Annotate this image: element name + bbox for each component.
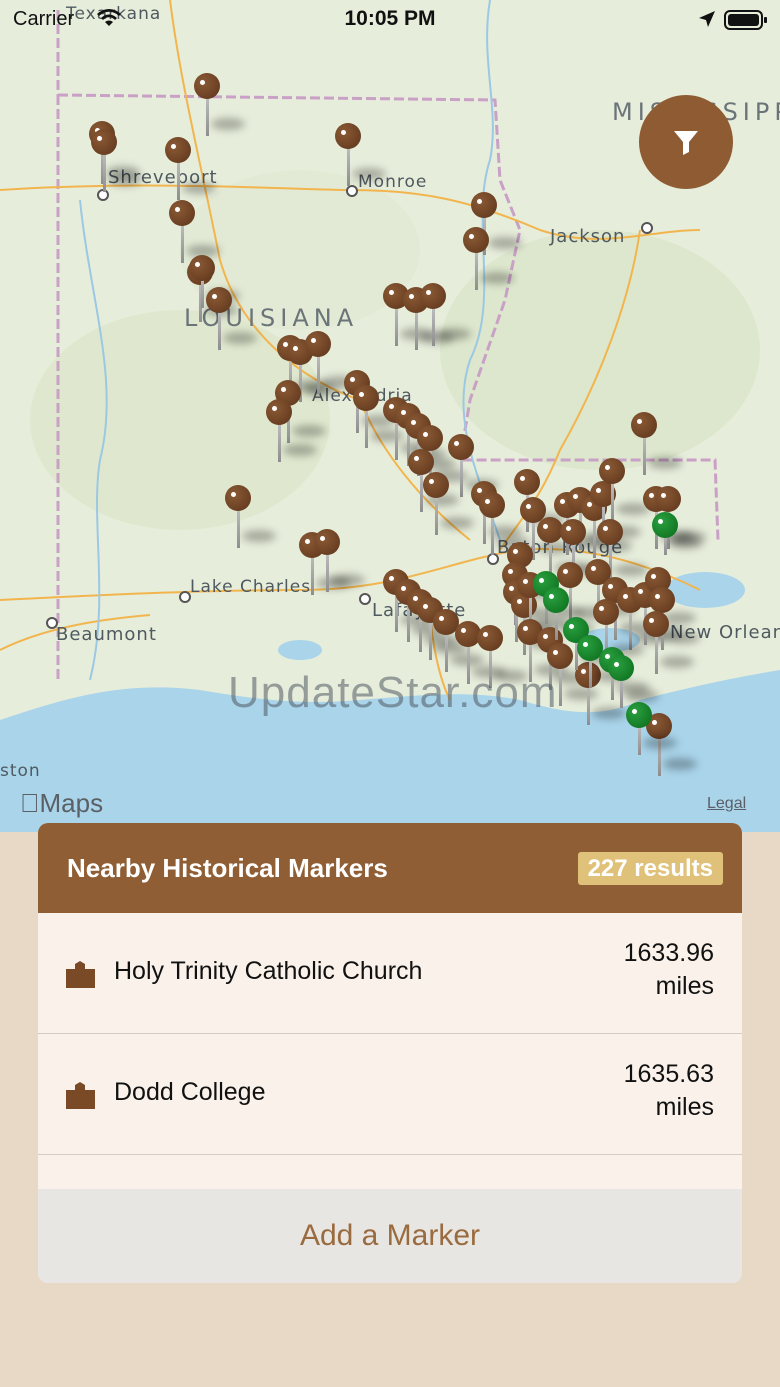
distance-unit: miles bbox=[655, 1093, 714, 1121]
results-count-badge: 227 results bbox=[577, 852, 723, 885]
church-marker-icon bbox=[66, 1082, 95, 1109]
map-label-houston: ston bbox=[0, 761, 41, 781]
historical-marker-pin[interactable] bbox=[305, 331, 331, 357]
status-bar: Carrier 10:05 PM bbox=[0, 0, 780, 40]
historical-marker-pin[interactable] bbox=[471, 192, 497, 218]
pin-shadow bbox=[182, 182, 216, 194]
historical-marker-pin[interactable] bbox=[420, 283, 446, 309]
historical-marker-pin[interactable] bbox=[597, 519, 623, 545]
apple-maps-logo: Maps bbox=[20, 788, 103, 819]
historical-marker-pin[interactable] bbox=[560, 519, 586, 545]
historical-marker-pin[interactable] bbox=[225, 485, 251, 511]
filter-icon bbox=[674, 131, 698, 155]
status-time: 10:05 PM bbox=[344, 7, 436, 30]
location-arrow-icon bbox=[699, 11, 715, 27]
historical-marker-pin[interactable] bbox=[423, 472, 449, 498]
distance-value: 1633.96 bbox=[623, 939, 714, 967]
marker-name: Holy Trinity Catholic Church bbox=[114, 957, 423, 985]
historical-marker-pin[interactable] bbox=[353, 385, 379, 411]
historical-marker-pin[interactable] bbox=[477, 625, 503, 651]
historical-marker-pin[interactable] bbox=[547, 643, 573, 669]
pin-shadow bbox=[480, 272, 514, 284]
city-dot bbox=[359, 593, 371, 605]
map-label-jackson: Jackson bbox=[550, 226, 626, 247]
pin-shadow bbox=[488, 237, 522, 249]
historical-marker-pin[interactable] bbox=[266, 399, 292, 425]
church-marker-icon bbox=[66, 961, 95, 988]
maps-logo-text: Maps bbox=[20, 788, 104, 818]
distance-value: 1635.63 bbox=[623, 1060, 714, 1088]
apple-logo-icon:  bbox=[20, 788, 40, 818]
visited-marker-pin[interactable] bbox=[608, 655, 634, 681]
historical-marker-pin[interactable] bbox=[514, 469, 540, 495]
distance-unit: miles bbox=[655, 972, 714, 1000]
watermark: UpdateStar.com bbox=[228, 668, 558, 717]
pin-shadow bbox=[108, 174, 142, 186]
historical-marker-pin[interactable] bbox=[643, 611, 669, 637]
panel-header: Nearby Historical Markers 227 results bbox=[38, 823, 742, 913]
historical-marker-pin[interactable] bbox=[593, 599, 619, 625]
pin-shadow bbox=[211, 118, 245, 130]
pin-shadow bbox=[648, 457, 682, 469]
pin-shadow bbox=[625, 690, 659, 702]
historical-marker-pin[interactable] bbox=[169, 200, 195, 226]
map-label-beaumont: Beaumont bbox=[56, 624, 157, 645]
historical-marker-pin[interactable] bbox=[91, 129, 117, 155]
pin-shadow bbox=[223, 332, 257, 344]
pin-shadow bbox=[292, 425, 326, 437]
city-dot bbox=[641, 222, 653, 234]
historical-marker-pin[interactable] bbox=[165, 137, 191, 163]
filter-button[interactable] bbox=[639, 95, 733, 189]
legal-link[interactable]: Legal bbox=[707, 795, 746, 813]
pin-shadow bbox=[660, 656, 694, 668]
add-marker-button[interactable]: Add a Marker bbox=[38, 1189, 742, 1283]
historical-marker-pin[interactable] bbox=[631, 412, 657, 438]
marker-distance: 1635.63 miles bbox=[574, 1058, 714, 1124]
city-dot bbox=[346, 185, 358, 197]
pin-shadow bbox=[614, 564, 648, 576]
historical-marker-pin[interactable] bbox=[314, 529, 340, 555]
pin-shadow bbox=[440, 517, 474, 529]
pin-shadow bbox=[331, 574, 365, 586]
map-label-lake-charles: Lake Charles bbox=[190, 577, 312, 597]
battery-icon bbox=[724, 10, 767, 30]
pin-shadow bbox=[283, 444, 317, 456]
marker-list-item[interactable]: Holy Trinity Catholic Church 1633.96 mil… bbox=[38, 913, 742, 1034]
pin-shadow bbox=[592, 707, 626, 719]
marker-name: Dodd College bbox=[114, 1078, 266, 1106]
pin-shadow bbox=[370, 430, 404, 442]
historical-marker-pin[interactable] bbox=[463, 227, 489, 253]
pin-shadow bbox=[666, 632, 700, 644]
historical-marker-pin[interactable] bbox=[649, 587, 675, 613]
pin-shadow bbox=[564, 688, 598, 700]
pin-shadow bbox=[643, 737, 677, 749]
city-dot bbox=[46, 617, 58, 629]
nearby-markers-panel: Nearby Historical Markers 227 results Ho… bbox=[38, 823, 742, 1283]
pin-shadow bbox=[663, 758, 697, 770]
pin-shadow bbox=[242, 530, 276, 542]
map-view[interactable]: Texarkana Shreveport Monroe Jackson MISS… bbox=[0, 0, 780, 832]
visited-marker-pin[interactable] bbox=[652, 512, 678, 538]
historical-marker-pin[interactable] bbox=[417, 425, 443, 451]
historical-marker-pin[interactable] bbox=[194, 73, 220, 99]
historical-marker-pin[interactable] bbox=[557, 562, 583, 588]
historical-marker-pin[interactable] bbox=[408, 449, 434, 475]
historical-marker-pin[interactable] bbox=[655, 486, 681, 512]
pin-shadow bbox=[437, 328, 471, 340]
marker-list-item[interactable]: Dodd College 1635.63 miles bbox=[38, 1034, 742, 1155]
visited-marker-pin[interactable] bbox=[543, 587, 569, 613]
historical-marker-pin[interactable] bbox=[599, 458, 625, 484]
city-dot bbox=[179, 591, 191, 603]
historical-marker-pin[interactable] bbox=[448, 434, 474, 460]
marker-distance: 1633.96 miles bbox=[574, 937, 714, 1003]
historical-marker-pin[interactable] bbox=[206, 287, 232, 313]
pin-shadow bbox=[669, 537, 703, 549]
historical-marker-pin[interactable] bbox=[479, 492, 505, 518]
panel-title: Nearby Historical Markers bbox=[67, 853, 388, 883]
historical-marker-pin[interactable] bbox=[189, 255, 215, 281]
pin-shadow bbox=[352, 168, 386, 180]
visited-marker-pin[interactable] bbox=[626, 702, 652, 728]
historical-marker-pin[interactable] bbox=[335, 123, 361, 149]
